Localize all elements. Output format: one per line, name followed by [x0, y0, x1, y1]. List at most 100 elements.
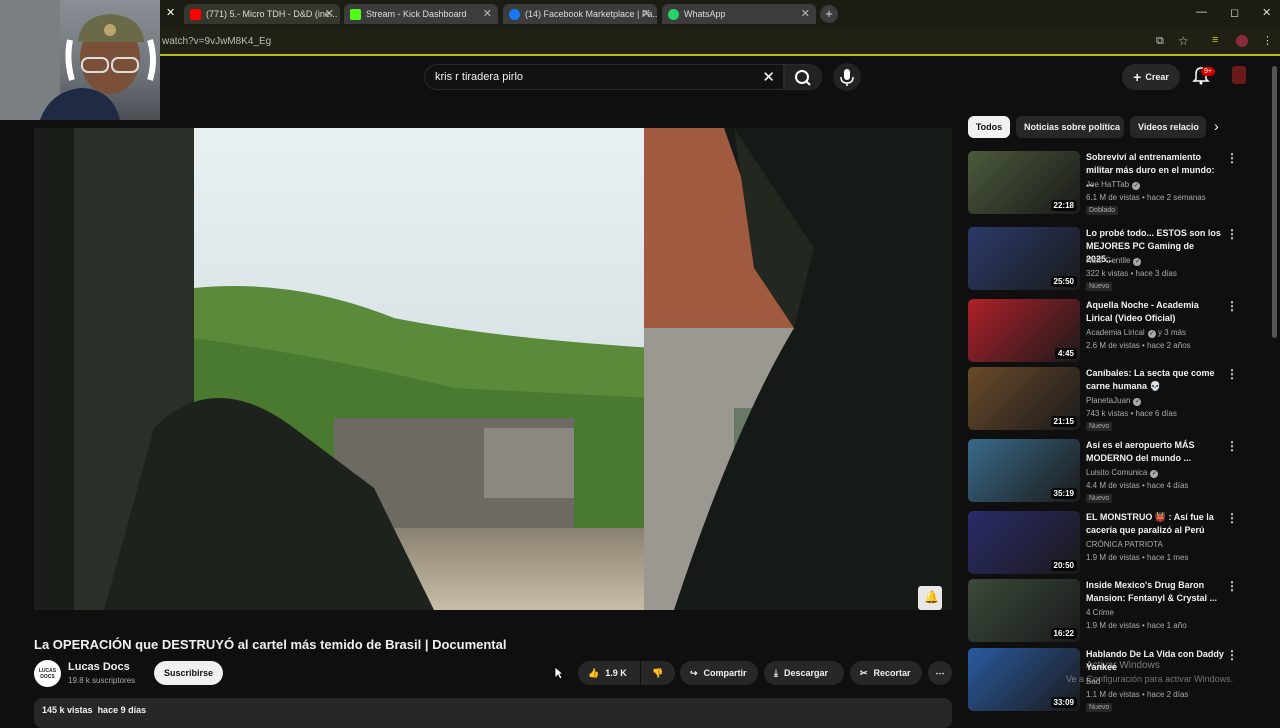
recommended-video[interactable]: 35:19 Así es el aeropuerto MÁS MODERNO d… [968, 439, 1240, 507]
upload-date: hace 9 días [97, 705, 147, 715]
channel-name[interactable]: Luisito Comunica ✓ [1086, 468, 1159, 478]
close-icon[interactable]: ✕ [642, 7, 651, 20]
video-thumbnail[interactable]: 16:22 [968, 579, 1080, 642]
chip-related-videos[interactable]: Videos relacio [1130, 116, 1206, 138]
video-meta: 4.4 M de vistas • hace 4 días [1086, 481, 1189, 490]
tab-title: WhatsApp [684, 9, 726, 19]
dislike-button[interactable]: 👎 [641, 661, 675, 685]
chevron-right-icon[interactable]: › [1214, 118, 1219, 134]
more-options-icon[interactable]: ⋮ [1226, 439, 1238, 453]
channel-name[interactable]: Nate Gentile ✓ [1086, 256, 1142, 266]
video-thumbnail[interactable]: 33:09 [968, 648, 1080, 711]
video-thumbnail[interactable]: 20:50 [968, 511, 1080, 574]
browser-tab[interactable]: Stream - Kick Dashboard ✕ [344, 4, 498, 24]
video-player[interactable]: 🔔 [34, 128, 952, 610]
video-thumbnail[interactable]: 22:18 [968, 151, 1080, 214]
star-icon[interactable]: ☆ [1178, 34, 1189, 48]
youtube-icon [190, 8, 201, 20]
subscribe-button[interactable]: Suscribirse [154, 661, 223, 685]
more-options-icon[interactable]: ⋮ [1226, 579, 1238, 593]
search-input[interactable]: kris r tiradera pirlo ✕ [424, 64, 784, 90]
account-avatar[interactable] [1232, 66, 1246, 84]
url-text[interactable]: watch?v=9vJwM8K4_Eg [162, 36, 271, 47]
channel-name[interactable]: Lucas Docs [68, 661, 130, 673]
video-title[interactable]: Aquella Noche - Academia Lirical (Video … [1086, 299, 1224, 325]
verified-icon: ✓ [1133, 398, 1142, 406]
search-query[interactable]: kris r tiradera pirlo [435, 71, 523, 83]
share-button[interactable]: ↪ Compartir [680, 661, 758, 685]
channel-name[interactable]: PlanetaJuan ✓ [1086, 396, 1142, 406]
video-duration: 33:09 [1050, 697, 1077, 708]
clear-search-icon[interactable]: ✕ [762, 68, 775, 86]
video-meta: 2.6 M de vistas • hace 2 años [1086, 341, 1191, 350]
close-window-icon[interactable]: ✕ [1262, 6, 1271, 19]
cursor-icon [554, 666, 565, 680]
scissors-icon: ✂ [860, 667, 868, 678]
recommended-video[interactable]: 22:18 Sobreviví al entrenamiento militar… [968, 151, 1240, 219]
video-duration: 20:50 [1050, 560, 1077, 571]
browser-tab[interactable]: WhatsApp ✕ [662, 4, 816, 24]
chip-all[interactable]: Todos [968, 116, 1010, 138]
search-button[interactable] [784, 64, 822, 90]
recommended-video[interactable]: 21:15 Caníbales: La secta que come carne… [968, 367, 1240, 435]
more-options-icon[interactable]: ⋮ [1226, 648, 1238, 662]
verified-icon: ✓ [1150, 470, 1159, 478]
recommended-video[interactable]: 25:50 Lo probé todo... ESTOS son los MEJ… [968, 227, 1240, 295]
video-title[interactable]: Así es el aeropuerto MÁS MODERNO del mun… [1086, 439, 1224, 465]
more-options-icon[interactable]: ⋮ [1226, 151, 1238, 165]
more-options-icon[interactable]: ⋮ [1226, 227, 1238, 241]
video-thumbnail[interactable]: 25:50 [968, 227, 1080, 290]
more-actions-button[interactable]: ⋯ [928, 661, 952, 685]
more-options-icon[interactable]: ⋮ [1226, 299, 1238, 313]
search-icon [795, 70, 811, 86]
recommended-video[interactable]: 4:45 Aquella Noche - Academia Lirical (V… [968, 299, 1240, 367]
minimize-icon[interactable]: — [1196, 6, 1207, 18]
close-icon[interactable]: ✕ [483, 7, 492, 20]
video-meta: 1.9 M de vistas • hace 1 mes [1086, 553, 1189, 562]
video-meta: 743 k vistas • hace 6 días [1086, 409, 1177, 418]
tab-title: (14) Facebook Marketplace | Fa... [525, 9, 657, 19]
recommended-video[interactable]: 20:50 EL MONSTRUO 👹 : Así fue la cacería… [968, 511, 1240, 579]
video-badge: Nuevo [1086, 282, 1113, 291]
channel-name[interactable]: Academia Lirical ✓ y 3 más [1086, 328, 1186, 338]
video-duration: 22:18 [1050, 200, 1077, 211]
download-button[interactable]: ⤓ Descargar [764, 661, 844, 685]
video-thumbnail[interactable]: 4:45 [968, 299, 1080, 362]
install-icon[interactable]: ⧉ [1156, 35, 1164, 48]
video-thumbnail[interactable]: 35:19 [968, 439, 1080, 502]
browser-menu-icon[interactable]: ⋮ [1262, 34, 1273, 47]
profile-avatar[interactable] [1236, 35, 1248, 47]
video-meta: 322 k vistas • hace 3 días [1086, 269, 1177, 278]
channel-avatar[interactable]: LUCAS DOCS [34, 660, 61, 687]
new-tab-button[interactable]: + [820, 5, 838, 23]
channel-name[interactable]: 4 Crime [1086, 608, 1114, 617]
description-box[interactable] [34, 698, 952, 728]
browser-tab-bar: ✕ (771) 5.- Micro TDH - D&D (ine... ✕ St… [0, 0, 1280, 28]
recommended-video[interactable]: 16:22 Inside Mexico's Drug Baron Mansion… [968, 579, 1240, 647]
like-count: 1.9 K [605, 668, 627, 678]
like-button[interactable]: 👍 1.9 K [578, 661, 640, 685]
video-title[interactable]: Caníbales: La secta que come carne human… [1086, 367, 1224, 393]
channel-name[interactable]: CRÓNICA PATRIOTA [1086, 540, 1163, 549]
close-icon[interactable]: ✕ [801, 7, 810, 20]
close-icon[interactable]: ✕ [325, 7, 334, 20]
channel-name[interactable]: Joe HaTTab ✓ [1086, 180, 1141, 190]
video-thumbnail[interactable]: 21:15 [968, 367, 1080, 430]
tab-title: Stream - Kick Dashboard [366, 9, 467, 19]
chip-politics-news[interactable]: Noticias sobre política [1016, 116, 1124, 138]
voice-search-button[interactable] [833, 63, 861, 91]
more-options-icon[interactable]: ⋮ [1226, 511, 1238, 525]
more-options-icon[interactable]: ⋮ [1226, 367, 1238, 381]
tab-close-icon[interactable]: ✕ [166, 6, 175, 19]
browser-tab[interactable]: (771) 5.- Micro TDH - D&D (ine... ✕ [184, 4, 340, 24]
browser-tab[interactable]: (14) Facebook Marketplace | Fa... ✕ [503, 4, 657, 24]
address-bar[interactable]: watch?v=9vJwM8K4_Eg ⧉ ☆ ≡ ⋮ [0, 28, 1280, 56]
notification-bell-overlay[interactable]: 🔔 [918, 586, 942, 610]
video-title[interactable]: Inside Mexico's Drug Baron Mansion: Fent… [1086, 579, 1224, 605]
clip-button[interactable]: ✂ Recortar [850, 661, 922, 685]
maximize-icon[interactable]: ◻ [1230, 6, 1239, 19]
create-button[interactable]: + Crear [1122, 64, 1180, 90]
extensions-icon[interactable]: ≡ [1212, 34, 1218, 46]
page-scrollbar[interactable] [1272, 66, 1277, 338]
video-title[interactable]: EL MONSTRUO 👹 : Así fue la cacería que p… [1086, 511, 1224, 537]
